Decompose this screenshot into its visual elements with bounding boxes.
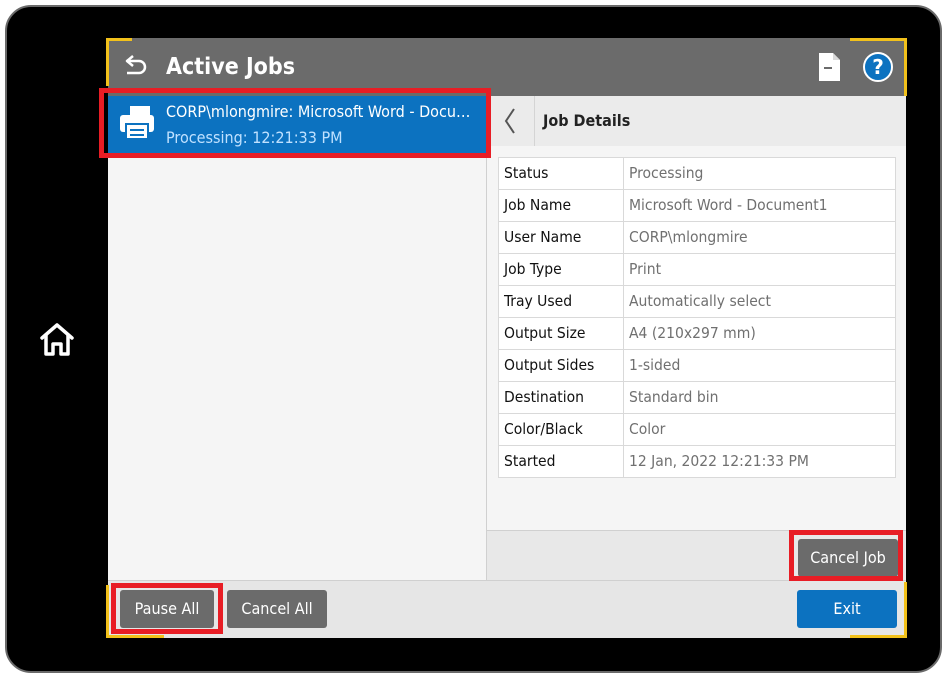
cancel-job-button[interactable]: Cancel Job bbox=[798, 539, 898, 577]
detail-label: Output Size bbox=[498, 317, 624, 350]
details-action-bar: Cancel Job bbox=[487, 530, 906, 580]
detail-label: Started bbox=[498, 445, 624, 478]
detail-label: User Name bbox=[498, 221, 624, 254]
detail-label: Destination bbox=[498, 381, 624, 414]
cancel-all-button[interactable]: Cancel All bbox=[227, 590, 327, 628]
job-status: Processing: 12:21:33 PM bbox=[166, 128, 343, 147]
job-list: CORP\mlongmire: Microsoft Word - Documen… bbox=[108, 96, 486, 580]
svg-text:?: ? bbox=[872, 55, 884, 79]
detail-label: Status bbox=[498, 157, 624, 190]
printer-screen: Active Jobs ? CORP\mlongmire: Microsoft … bbox=[108, 38, 906, 638]
details-header: Job Details bbox=[487, 96, 906, 146]
detail-value: Microsoft Word - Document1 bbox=[623, 189, 896, 222]
back-arrow-icon bbox=[125, 55, 147, 75]
table-row: Job Type Print bbox=[498, 253, 896, 286]
exit-button[interactable]: Exit bbox=[797, 590, 897, 628]
detail-value: CORP\mlongmire bbox=[623, 221, 896, 254]
chevron-left-icon bbox=[504, 108, 515, 134]
job-details-panel: Job Details Status Processing Job Name Micr… bbox=[487, 96, 906, 580]
help-icon: ? bbox=[863, 52, 893, 82]
details-table: Status Processing Job Name Microsoft Word -… bbox=[498, 157, 896, 478]
detail-value: 1-sided bbox=[623, 349, 896, 382]
detail-label: Color/Black bbox=[498, 413, 624, 446]
detail-value: A4 (210x297 mm) bbox=[623, 317, 896, 350]
detail-label: Job Type bbox=[498, 253, 624, 286]
job-name: CORP\mlongmire: Microsoft Word - Documen… bbox=[166, 102, 476, 121]
table-row: User Name CORP\mlongmire bbox=[498, 221, 896, 254]
printer-icon bbox=[120, 106, 154, 140]
pause-all-button[interactable]: Pause All bbox=[120, 590, 214, 628]
table-row: Destination Standard bin bbox=[498, 381, 896, 414]
table-row: Color/Black Color bbox=[498, 413, 896, 446]
footer-bar: Pause All Cancel All Exit bbox=[108, 580, 906, 638]
document-button[interactable] bbox=[814, 52, 844, 82]
list-item[interactable]: CORP\mlongmire: Microsoft Word - Documen… bbox=[108, 96, 486, 154]
detail-label: Job Name bbox=[498, 189, 624, 222]
detail-value: Automatically select bbox=[623, 285, 896, 318]
detail-value: Print bbox=[623, 253, 896, 286]
detail-value: Color bbox=[623, 413, 896, 446]
home-icon bbox=[40, 323, 74, 356]
table-row: Started 12 Jan, 2022 12:21:33 PM bbox=[498, 445, 896, 478]
detail-label: Output Sides bbox=[498, 349, 624, 382]
details-title: Job Details bbox=[543, 111, 631, 130]
table-row: Tray Used Automatically select bbox=[498, 285, 896, 318]
detail-value: 12 Jan, 2022 12:21:33 PM bbox=[623, 445, 896, 478]
details-back-button[interactable] bbox=[487, 96, 535, 146]
detail-value: Standard bin bbox=[623, 381, 896, 414]
table-row: Job Name Microsoft Word - Document1 bbox=[498, 189, 896, 222]
document-icon bbox=[819, 53, 840, 81]
home-button[interactable] bbox=[38, 320, 76, 358]
detail-value: Processing bbox=[623, 157, 896, 190]
back-button[interactable] bbox=[120, 52, 150, 82]
table-row: Status Processing bbox=[498, 157, 896, 190]
table-row: Output Size A4 (210x297 mm) bbox=[498, 317, 896, 350]
help-button[interactable]: ? bbox=[862, 51, 894, 83]
detail-label: Tray Used bbox=[498, 285, 624, 318]
page-title: Active Jobs bbox=[166, 54, 296, 80]
table-row: Output Sides 1-sided bbox=[498, 349, 896, 382]
header-bar: Active Jobs ? bbox=[108, 38, 906, 96]
